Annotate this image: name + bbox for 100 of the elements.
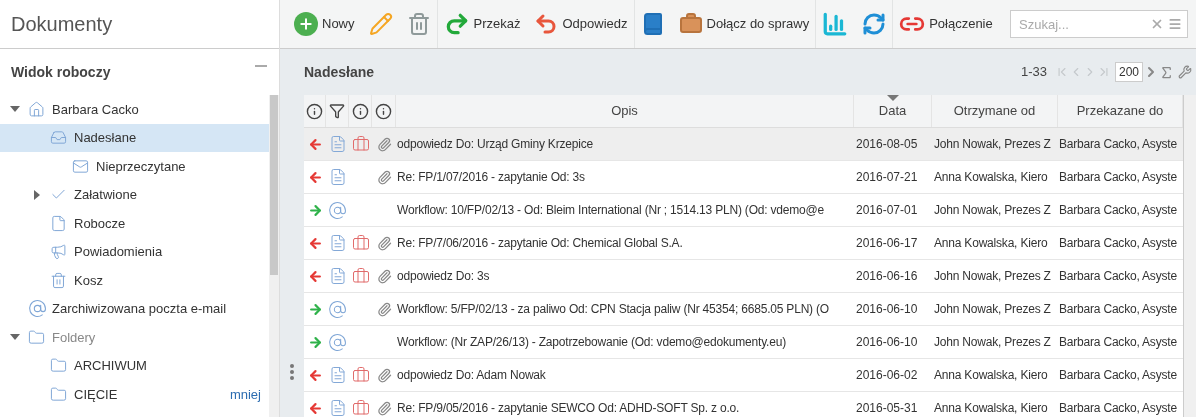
info-icon[interactable]	[351, 102, 369, 120]
at-sign-icon	[328, 299, 347, 319]
column-header[interactable]: Data	[854, 95, 932, 127]
tree-label: Barbara Cacko	[52, 100, 139, 119]
tree-label: Robocze	[74, 214, 126, 233]
table-cell: Anna Kowalska, Kiero	[934, 368, 1048, 382]
tree-item[interactable]: Nieprzeczytane	[0, 152, 269, 181]
expand-icon[interactable]	[32, 189, 42, 200]
table-cell: odpowiedz Do: Adam Nowak	[397, 368, 546, 382]
table-cell: Workflow: (Nr ZAP/26/13) - Zapotrzebowanie (Od: vdemo@edokumenty.eu)	[397, 335, 786, 349]
forward-button[interactable]: Przekaż	[441, 7, 523, 41]
info-icon[interactable]	[375, 102, 392, 120]
section-title: Widok roboczy	[11, 62, 111, 82]
table-cell: Anna Kowalska, Kiero	[934, 170, 1048, 184]
table-cell: John Nowak, Prezes Z	[934, 137, 1051, 151]
folder-icon	[28, 328, 45, 346]
sort-icon	[887, 95, 899, 101]
document-icon	[328, 168, 347, 186]
new-button[interactable]: Nowy	[292, 7, 357, 41]
table-cell: John Nowak, Prezes Z	[934, 203, 1051, 217]
menu-icon[interactable]	[1168, 17, 1182, 31]
connect-button[interactable]: Połączenie	[897, 7, 995, 41]
table-cell: odpowiedz Do: 3s	[397, 269, 490, 283]
scrollbar[interactable]	[1183, 95, 1196, 417]
table-cell: 2016-06-17	[856, 236, 918, 250]
at-sign-icon	[328, 332, 347, 352]
tree-label: CIĘCIE	[74, 385, 118, 404]
trash-icon	[406, 12, 431, 36]
trash-icon	[50, 271, 67, 289]
table-cell: 2016-06-02	[856, 368, 918, 382]
table-cell: odpowiedz Do: Urząd Gminy Krzepice	[397, 137, 593, 151]
table-cell: Re: FP/7/06/2016 - zapytanie Od: Chemical Global S.A.	[397, 236, 683, 250]
table-cell: Re: FP/1/07/2016 - zapytanie Od: 3s	[397, 170, 585, 184]
tree-label: Nadesłane	[74, 129, 137, 147]
table-cell: Barbara Cacko, Asyste	[1059, 170, 1177, 184]
tree-item[interactable]: CIĘCIE mniej	[0, 380, 269, 409]
table-cell: Barbara Cacko, Asyste	[1059, 203, 1177, 217]
table-cell: 2016-06-10	[856, 335, 918, 349]
table-cell: Barbara Cacko, Asyste	[1059, 335, 1177, 349]
clear-icon[interactable]	[1150, 17, 1164, 31]
at-sign-icon	[328, 200, 347, 220]
table-cell: Anna Kowalska, Kiero	[934, 401, 1048, 415]
filter-icon[interactable]	[329, 103, 345, 119]
folder-icon	[50, 357, 67, 375]
megaphone-icon	[50, 243, 67, 261]
table-cell: Workflow: 10/FP/02/13 - Od: Bleim International (Nr ; 1514.13 PLN) (Od: vdemo@e	[397, 203, 825, 217]
scrollbar[interactable]	[269, 95, 279, 417]
document-icon	[328, 366, 347, 384]
tree-item[interactable]: Nadesłane	[0, 123, 269, 152]
column-header[interactable]: Otrzymane od	[932, 95, 1058, 127]
tree-label: Powiadomienia	[74, 243, 163, 261]
table-cell: Anna Kowalska, Kiero	[934, 236, 1048, 250]
document-icon	[328, 135, 347, 153]
document-icon	[328, 234, 347, 252]
table-cell: Barbara Cacko, Asyste	[1059, 401, 1177, 415]
sum-icon[interactable]	[1159, 64, 1174, 80]
table-cell: 2016-08-05	[856, 137, 918, 151]
add-icon	[294, 12, 318, 36]
table-cell: Barbara Cacko, Asyste	[1059, 137, 1177, 151]
table-cell: 2016-07-01	[856, 203, 918, 217]
table-cell: 2016-07-21	[856, 170, 918, 184]
tree-item[interactable]: Barbara Cacko	[0, 95, 269, 124]
tree-item[interactable]: Robocze	[0, 209, 269, 238]
envelope-icon	[72, 157, 89, 175]
tree-item[interactable]: Foldery	[0, 323, 269, 352]
table-cell: 2016-05-31	[856, 401, 918, 415]
app-title: Dokumenty	[11, 12, 113, 37]
table-cell: Barbara Cacko, Asyste	[1059, 236, 1177, 250]
tree-item[interactable]: Powiadomienia	[0, 237, 269, 266]
document-icon	[328, 267, 347, 285]
tree-item[interactable]: Zarchiwizowana poczta e-mail	[0, 294, 269, 323]
page-size-field[interactable]: 200	[1114, 62, 1143, 82]
table-cell: 2016-06-16	[856, 269, 918, 283]
table-cell: Barbara Cacko, Asyste	[1059, 302, 1177, 316]
tree-label: ARCHIWUM	[74, 357, 147, 375]
table-cell: 2016-06-10	[856, 302, 918, 316]
at-sign-icon	[28, 299, 47, 319]
less-link[interactable]: mniej	[229, 384, 261, 404]
table-row[interactable]: odpowiedz Do: Urząd Gminy Krzepice 2016-08-05 John Nowak, Prezes Z Barbara Cacko, Asyste	[304, 128, 1183, 161]
info-icon[interactable]	[306, 102, 323, 120]
case-button[interactable]: Dołącz do sprawy	[676, 7, 812, 41]
table-cell: Barbara Cacko, Asyste	[1059, 368, 1177, 382]
table-cell: Workflow: 5/FP/02/13 - za paliwo Od: CPN Stacja paliw (Nr 45354; 6685.05 PLN) (O	[397, 302, 829, 316]
splitter-handle-icon[interactable]	[290, 364, 294, 380]
tree-label: Załatwione	[74, 186, 137, 204]
column-header[interactable]: Opis	[396, 95, 854, 127]
tree-label: Foldery	[52, 328, 96, 347]
tree-item[interactable]: ARCHIWUM	[0, 351, 269, 380]
home-icon	[28, 100, 45, 118]
tree-item[interactable]: Kosz	[0, 266, 269, 295]
refresh-icon	[862, 12, 887, 36]
search-field[interactable]: Szukaj...	[1010, 10, 1188, 38]
table-cell: Re: FP/9/05/2016 - zapytanie SEWCO Od: ADHD-SOFT Sp. z o.o.	[397, 401, 740, 415]
reply-button[interactable]: Odpowiedz	[532, 7, 630, 41]
document-icon	[328, 399, 347, 417]
tree-item[interactable]: Załatwione	[0, 180, 269, 209]
settings-icon[interactable]	[1178, 65, 1192, 79]
pencil-icon	[368, 12, 393, 36]
document-icon	[50, 214, 67, 232]
panel-title: Nadesłane	[304, 62, 375, 82]
